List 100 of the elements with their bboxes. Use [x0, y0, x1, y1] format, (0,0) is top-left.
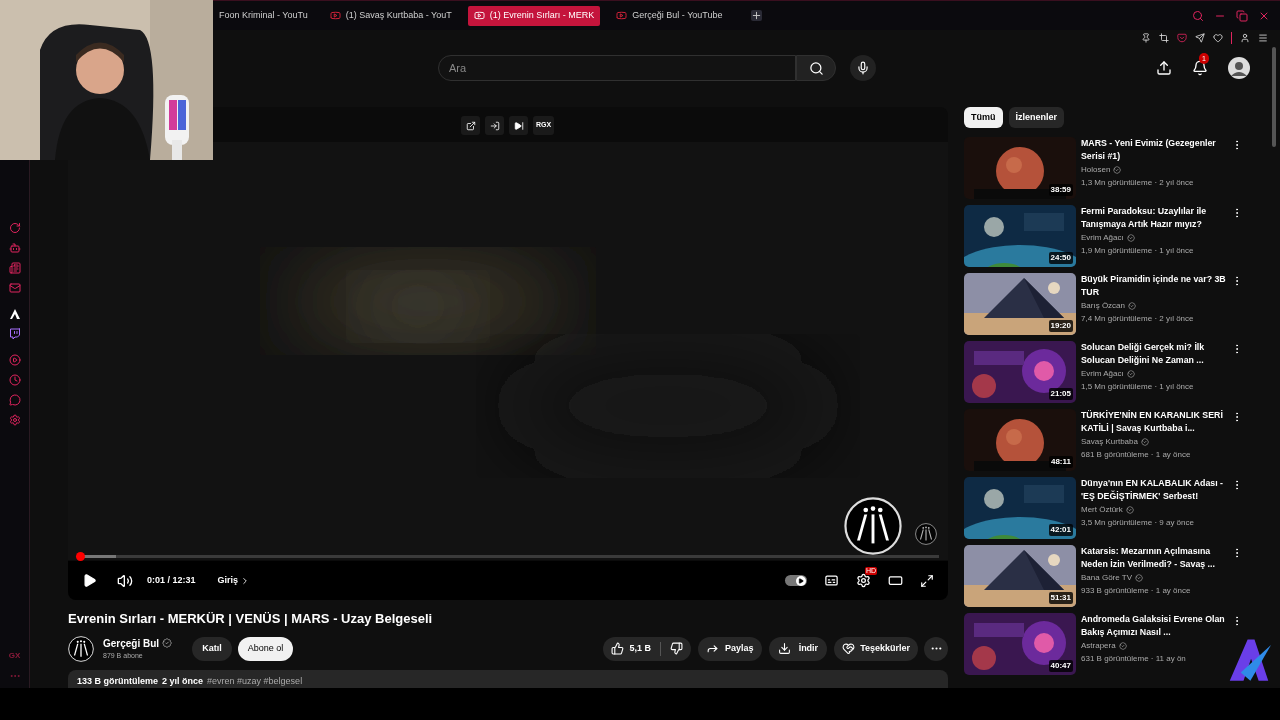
search-icon[interactable]	[1192, 9, 1204, 22]
channel-name[interactable]: Savaş Kurtbaba	[1081, 436, 1138, 448]
share-button[interactable]: Paylaş	[698, 636, 762, 661]
video-title[interactable]: Fermi Paradoksu: Uzaylılar ile Tanışmaya Artık Hazır mıyız?	[1081, 205, 1229, 231]
channel-name[interactable]: Barış Özcan	[1081, 300, 1125, 312]
skip-button[interactable]	[509, 116, 528, 135]
video-duration: 48:11	[1048, 456, 1073, 468]
channel-name[interactable]: Evrim Ağacı	[1081, 368, 1124, 380]
video-title[interactable]: Andromeda Galaksisi Evrene Olan Bakış Açımızı Nasıl ...	[1081, 613, 1229, 639]
bot-icon[interactable]	[8, 242, 21, 254]
video-thumbnail[interactable]: 21:05	[964, 341, 1076, 403]
video-meta: 631 B görüntüleme · 11 ay ön	[1081, 653, 1187, 665]
clock-icon[interactable]	[8, 374, 21, 386]
browser-tab[interactable]: (1) Savaş Kurtbaba - YouT	[323, 5, 458, 26]
trident-logo-icon	[844, 497, 902, 555]
video-thumbnail[interactable]: 40:47	[964, 613, 1076, 675]
newspaper-icon[interactable]	[8, 262, 21, 274]
login-icon	[489, 120, 500, 131]
video-meta: 1,5 Mn görüntüleme · 1 yıl önce	[1081, 381, 1195, 393]
video-duration: 38:59	[1048, 184, 1073, 196]
refresh-icon[interactable]	[8, 222, 21, 234]
download-button[interactable]: İndir	[768, 636, 828, 661]
pin-icon[interactable]	[1141, 33, 1151, 43]
video-title[interactable]: TÜRKİYE'NİN EN KARANLIK SERİ KATİLİ | Savaş Kurtbaba i...	[1081, 409, 1229, 435]
search-field[interactable]: Ara	[438, 55, 796, 81]
browser-tab[interactable]: Gerçeği Bul - YouTube	[610, 5, 729, 26]
browser-tab[interactable]: (1) Evrenin Sırları - MERK	[467, 5, 601, 26]
dislike-icon[interactable]	[670, 642, 684, 655]
theater-icon[interactable]	[888, 573, 903, 588]
mail-icon[interactable]	[8, 282, 21, 294]
channel-name[interactable]: Gerçeği Bul	[103, 635, 160, 651]
play-icon[interactable]	[82, 573, 97, 588]
pocket-icon[interactable]	[1177, 33, 1187, 43]
like-button[interactable]: 5,1 B	[610, 641, 652, 656]
popout-icon	[465, 120, 476, 131]
send-icon[interactable]	[1195, 33, 1205, 43]
volume-icon[interactable]	[117, 572, 133, 589]
skip-icon	[513, 120, 524, 131]
thanks-button[interactable]: Teşekkürler	[834, 636, 918, 661]
video-title: Evrenin Sırları - MERKÜR | VENÜS | MARS - Uzay Belgeseli	[68, 610, 434, 628]
video-thumbnail[interactable]: 42:01	[964, 477, 1076, 539]
crop-icon[interactable]	[1159, 33, 1169, 43]
video-thumbnail[interactable]: 51:31	[964, 545, 1076, 607]
menu-icon[interactable]	[1258, 33, 1268, 43]
video-thumbnail[interactable]: 24:50	[964, 205, 1076, 267]
mic-button[interactable]	[850, 55, 876, 81]
video-meta: 1,3 Mn görüntüleme · 2 yıl önce	[1081, 177, 1195, 189]
login-button[interactable]	[485, 116, 504, 135]
logo-icon[interactable]	[8, 308, 21, 320]
user-icon[interactable]	[1240, 33, 1250, 43]
verified-icon	[1135, 574, 1143, 582]
video-meta: 933 B görüntüleme · 1 ay önce	[1081, 585, 1192, 597]
progress-thumb[interactable]	[75, 552, 85, 561]
mic-icon	[856, 61, 870, 75]
channel-name[interactable]: Evrim Ağacı	[1081, 232, 1124, 244]
upload-age: 2 yıl önce	[162, 674, 204, 688]
restore-icon[interactable]	[1236, 9, 1248, 22]
video-title[interactable]: Büyük Piramidin içinde ne var? 3B TUR	[1081, 273, 1229, 299]
trident-logo-icon	[915, 523, 937, 545]
video-title[interactable]: Solucan Deliği Gerçek mi? İlk Solucan Deliğini Ne Zaman ...	[1081, 341, 1229, 367]
video-meta: 7,4 Mn görüntüleme · 2 yıl önce	[1081, 313, 1195, 325]
filter-chip[interactable]: Tümü	[964, 107, 1003, 128]
scrollbar[interactable]	[1272, 47, 1276, 147]
video-meta: 1,9 Mn görüntüleme · 1 yıl önce	[1081, 245, 1195, 257]
video-title[interactable]: MARS - Yeni Evimiz (Gezegenler Serisi #1)	[1081, 137, 1229, 163]
more-button[interactable]	[924, 636, 948, 661]
search-button[interactable]	[796, 55, 836, 81]
notification-icon[interactable]	[1192, 60, 1208, 76]
popout-button[interactable]	[461, 116, 480, 135]
upload-icon[interactable]	[1156, 60, 1172, 76]
chapter-button[interactable]: Giriş	[217, 573, 251, 588]
captions-icon[interactable]	[824, 573, 839, 588]
browser-tab[interactable]: Foon Kriminal - YouTu	[213, 5, 314, 26]
join-button[interactable]: Katıl	[192, 636, 232, 661]
video-title[interactable]: Katarsis: Mezarının Açılmasına Neden İzin Verilmedi? - Savaş ...	[1081, 545, 1229, 571]
filter-chip[interactable]: İzlenenler	[1008, 107, 1064, 128]
video-meta: 3,5 Mn görüntüleme · 9 ay önce	[1081, 517, 1195, 529]
autoplay-toggle[interactable]	[785, 575, 807, 586]
thumbs-up-icon	[610, 642, 624, 655]
video-duration: 51:31	[1048, 592, 1073, 604]
channel-name[interactable]: Mert Öztürk	[1081, 504, 1123, 516]
video-thumbnail[interactable]: 48:11	[964, 409, 1076, 471]
youtube-icon	[616, 10, 628, 21]
heart-icon[interactable]	[1213, 33, 1223, 43]
fullscreen-icon[interactable]	[920, 573, 934, 588]
avatar-icon[interactable]	[1228, 57, 1250, 79]
video-meta: 681 B görüntüleme · 1 ay önce	[1081, 449, 1192, 461]
hashtags[interactable]: #evren #uzay #belgesel	[207, 674, 303, 688]
twitch-icon[interactable]	[8, 328, 21, 340]
channel-name[interactable]: Holosen	[1081, 164, 1111, 176]
channel-name[interactable]: Bana Göre TV	[1081, 572, 1132, 584]
video-title[interactable]: Dünya'nın EN KALABALIK Adası - 'EŞ DEĞİŞTİRMEK' Serbest!	[1081, 477, 1229, 503]
chat-icon[interactable]	[8, 394, 21, 406]
subscribe-button[interactable]: Abone ol	[237, 636, 294, 661]
search-icon	[808, 60, 824, 76]
video-thumbnail[interactable]: 19:20	[964, 273, 1076, 335]
video-duration: 40:47	[1048, 660, 1073, 672]
new-tab-icon[interactable]	[750, 10, 762, 21]
channel-name[interactable]: Astrapera	[1081, 640, 1116, 652]
video-thumbnail[interactable]: 38:59	[964, 137, 1076, 199]
